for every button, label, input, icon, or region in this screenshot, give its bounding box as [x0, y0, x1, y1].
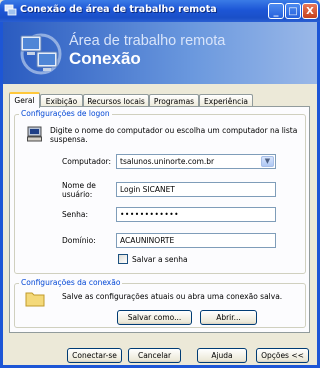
domain-label: Domínio: [62, 236, 96, 245]
tab-panel-geral: Configurações de logon Digite o nome do … [9, 106, 310, 333]
title-bar[interactable]: Conexão de área de trabalho remota _ □ X [0, 0, 320, 22]
tab-geral[interactable]: Geral [9, 92, 40, 108]
maximize-button[interactable]: □ [285, 3, 301, 19]
minimize-button[interactable]: _ [268, 3, 284, 19]
chevron-down-icon[interactable]: ▼ [261, 156, 274, 167]
minimize-icon: _ [273, 5, 279, 17]
computer-label: Computador: [62, 157, 112, 166]
username-label: Nome de usuário: [62, 181, 96, 199]
save-password-checkbox[interactable] [118, 254, 128, 264]
save-password-label[interactable]: Salvar a senha [132, 255, 188, 264]
connection-description: Salve as configurações atuais ou abra um… [62, 292, 283, 301]
remote-desktop-icon [4, 4, 17, 16]
cancel-button[interactable]: Cancelar [128, 348, 181, 363]
maximize-icon: □ [288, 5, 298, 17]
username-field[interactable]: Login SICANET [116, 182, 276, 197]
header-banner: Área de trabalho remota Conexão [3, 22, 317, 84]
banner-subtitle: Área de trabalho remota [69, 33, 226, 49]
open-button[interactable]: Abrir... [200, 310, 257, 325]
computer-value: tsalunos.uninorte.com.br [120, 157, 215, 166]
close-icon: X [306, 5, 314, 17]
save-as-button[interactable]: Salvar como... [117, 310, 192, 325]
connect-button[interactable]: Conectar-se [67, 348, 122, 363]
logon-group-label: Configurações de logon [19, 109, 112, 118]
window-title: Conexão de área de trabalho remota [20, 4, 217, 15]
banner-title: Conexão [69, 49, 141, 68]
logon-instruction: Digite o nome do computador ou escolha u… [50, 126, 298, 144]
remote-desktop-computers-icon [20, 33, 62, 75]
folder-icon [25, 292, 45, 307]
connection-group-label: Configurações da conexão [19, 278, 123, 287]
help-button[interactable]: Ajuda [197, 348, 247, 363]
password-field[interactable]: •••••••••••• [116, 207, 276, 222]
password-label: Senha: [62, 210, 89, 219]
computer-icon [27, 126, 42, 142]
domain-field[interactable]: ACAUNINORTE [116, 233, 276, 248]
options-button[interactable]: Opções << [256, 348, 309, 363]
close-button[interactable]: X [302, 3, 318, 19]
computer-combobox[interactable]: tsalunos.uninorte.com.br ▼ [116, 154, 276, 169]
